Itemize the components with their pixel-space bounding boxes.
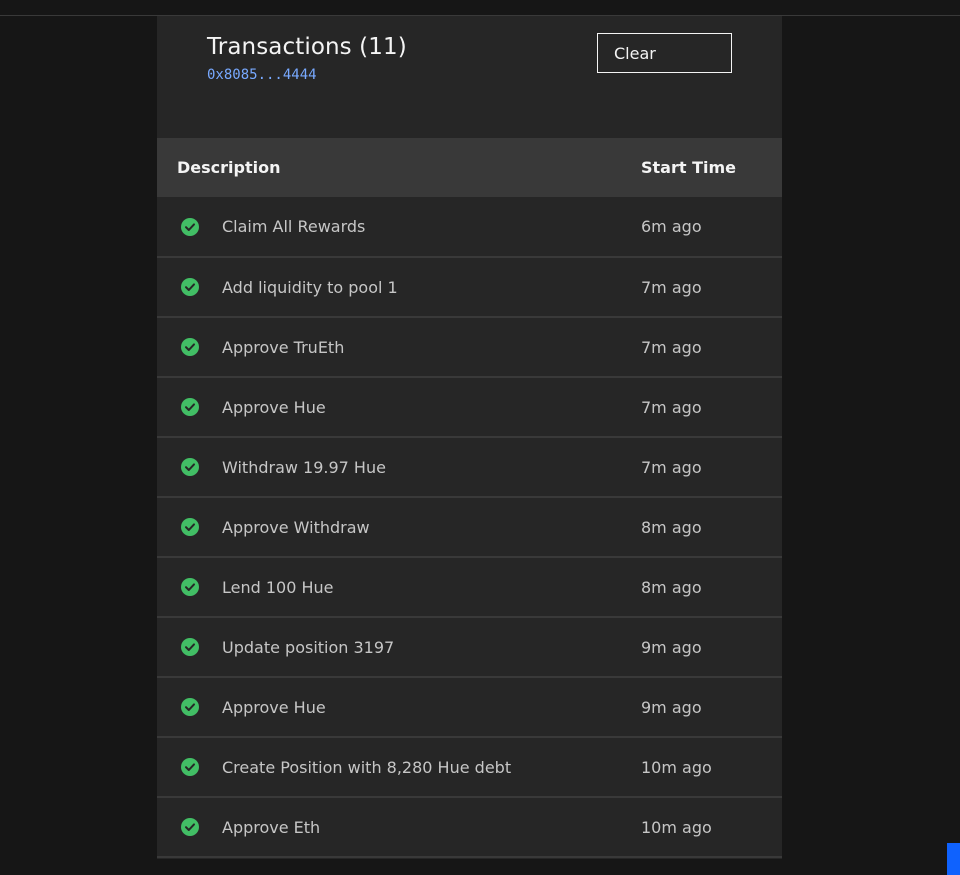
- description-cell: Add liquidity to pool 1: [157, 257, 641, 317]
- table-row: Lend 100 Hue 8m ago: [157, 557, 782, 617]
- table-body: Claim All Rewards 6m ago Add liquidity to …: [157, 197, 782, 857]
- description-cell: Claim All Rewards: [157, 197, 641, 257]
- transaction-start-time: 9m ago: [641, 637, 702, 657]
- transaction-description: Lend 100 Hue: [222, 577, 334, 597]
- column-header-start-time: Start Time: [641, 158, 736, 177]
- description-wrapper: Approve Eth: [181, 818, 641, 837]
- transaction-description: Approve Hue: [222, 697, 326, 717]
- clear-button[interactable]: Clear: [597, 33, 732, 73]
- description-cell: Update position 3197: [157, 617, 641, 677]
- description-cell: Approve Eth: [157, 797, 641, 857]
- description-wrapper: Update position 3197: [181, 638, 641, 657]
- transaction-description: Create Position with 8,280 Hue debt: [222, 757, 512, 777]
- description-wrapper: Withdraw 19.97 Hue: [181, 458, 641, 477]
- description-cell: Lend 100 Hue: [157, 557, 641, 617]
- transaction-start-time: 8m ago: [641, 577, 702, 597]
- description-cell: Create Position with 8,280 Hue debt: [157, 737, 641, 797]
- table-row: Approve TruEth 7m ago: [157, 317, 782, 377]
- transaction-start-time: 7m ago: [641, 397, 702, 417]
- description-wrapper: Claim All Rewards: [181, 217, 641, 236]
- wallet-address-link[interactable]: 0x8085...4444: [207, 67, 317, 83]
- checkmark-circle-icon: [181, 338, 199, 356]
- checkmark-circle-icon: [181, 278, 199, 296]
- transaction-description: Claim All Rewards: [222, 217, 366, 236]
- table-header: Description Start Time: [157, 138, 782, 197]
- checkmark-circle-icon: [181, 217, 199, 236]
- description-wrapper: Add liquidity to pool 1: [181, 278, 641, 297]
- transaction-start-time: 8m ago: [641, 517, 702, 537]
- transaction-start-time: 6m ago: [641, 217, 702, 236]
- checkmark-circle-icon: [181, 758, 199, 776]
- panel-header: Transactions (11) 0x8085...4444 Clear: [157, 16, 782, 138]
- table-row: Approve Hue 7m ago: [157, 377, 782, 437]
- transaction-start-time: 10m ago: [641, 757, 712, 777]
- transaction-description: Approve Withdraw: [222, 517, 370, 537]
- description-wrapper: Approve Hue: [181, 698, 641, 717]
- table-row: Approve Eth 10m ago: [157, 797, 782, 857]
- table-row: Add liquidity to pool 1 7m ago: [157, 257, 782, 317]
- description-cell: Approve Hue: [157, 377, 641, 437]
- checkmark-circle-icon: [181, 638, 199, 656]
- transaction-description: Withdraw 19.97 Hue: [222, 457, 386, 477]
- description-cell: Approve Hue: [157, 677, 641, 737]
- transaction-description: Approve Eth: [222, 817, 321, 837]
- panel-title: Transactions (11): [207, 34, 407, 60]
- transaction-start-time: 10m ago: [641, 817, 712, 837]
- transaction-start-time: 7m ago: [641, 337, 702, 357]
- scroll-indicator[interactable]: [947, 843, 960, 875]
- table-row: Create Position with 8,280 Hue debt 10m a…: [157, 737, 782, 797]
- transactions-panel: Transactions (11) 0x8085...4444 Clear De…: [157, 16, 782, 859]
- transaction-description: Add liquidity to pool 1: [222, 277, 398, 297]
- description-wrapper: Create Position with 8,280 Hue debt: [181, 758, 641, 777]
- top-navigation-bar: [0, 0, 960, 16]
- transaction-description: Update position 3197: [222, 637, 395, 657]
- table-header-row: Description Start Time: [157, 138, 782, 197]
- checkmark-circle-icon: [181, 458, 199, 476]
- checkmark-circle-icon: [181, 698, 199, 716]
- description-cell: Approve Withdraw: [157, 497, 641, 557]
- transaction-start-time: 9m ago: [641, 697, 702, 717]
- description-wrapper: Approve TruEth: [181, 338, 641, 357]
- transaction-description: Approve TruEth: [222, 337, 345, 357]
- table-row: Approve Withdraw 8m ago: [157, 497, 782, 557]
- transaction-start-time: 7m ago: [641, 277, 702, 297]
- checkmark-circle-icon: [181, 818, 199, 836]
- transaction-description: Approve Hue: [222, 397, 326, 417]
- description-wrapper: Approve Hue: [181, 398, 641, 417]
- table-row: Claim All Rewards 6m ago: [157, 197, 782, 257]
- checkmark-circle-icon: [181, 518, 199, 536]
- column-header-description: Description: [177, 158, 281, 177]
- checkmark-circle-icon: [181, 398, 199, 416]
- table-row: Withdraw 19.97 Hue 7m ago: [157, 437, 782, 497]
- description-cell: Withdraw 19.97 Hue: [157, 437, 641, 497]
- transaction-start-time: 7m ago: [641, 457, 702, 477]
- table-row: Approve Hue 9m ago: [157, 677, 782, 737]
- description-wrapper: Approve Withdraw: [181, 518, 641, 537]
- table-row: Update position 3197 9m ago: [157, 617, 782, 677]
- checkmark-circle-icon: [181, 578, 199, 596]
- description-cell: Approve TruEth: [157, 317, 641, 377]
- description-wrapper: Lend 100 Hue: [181, 578, 641, 597]
- transactions-table: Description Start Time Claim All Rewards…: [157, 138, 782, 858]
